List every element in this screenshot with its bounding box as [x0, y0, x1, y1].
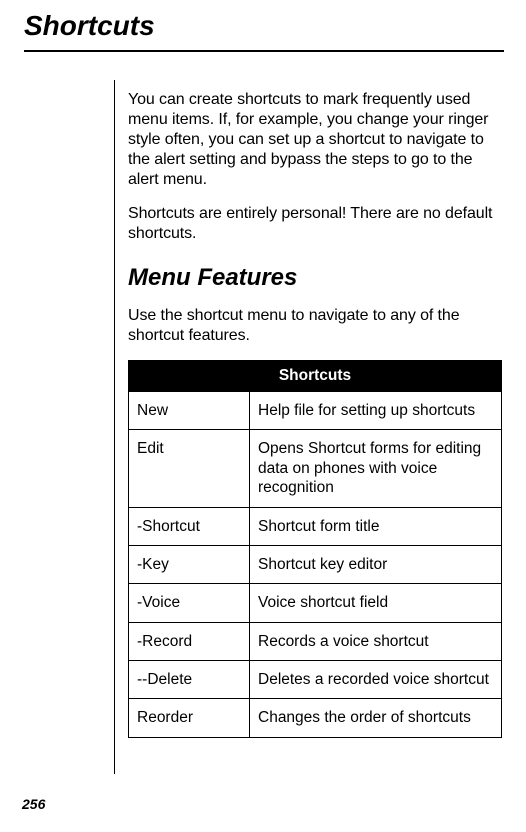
shortcuts-table: Shortcuts New Help file for setting up s…: [128, 360, 502, 738]
table-cell-name: New: [129, 392, 250, 430]
manual-page: Shortcuts You can create shortcuts to ma…: [0, 0, 526, 832]
table-row: -Shortcut Shortcut form title: [129, 507, 502, 545]
table-cell-desc: Opens Shortcut forms for editing data on…: [250, 430, 502, 507]
table-header-row: Shortcuts: [129, 361, 502, 392]
table-row: --Delete Deletes a recorded voice shortc…: [129, 661, 502, 699]
table-row: Reorder Changes the order of shortcuts: [129, 699, 502, 737]
table-cell-name: -Record: [129, 622, 250, 660]
intro-paragraph-1: You can create shortcuts to mark frequen…: [128, 90, 502, 190]
table-row: New Help file for setting up shortcuts: [129, 392, 502, 430]
table-cell-name: Reorder: [129, 699, 250, 737]
table-row: -Key Shortcut key editor: [129, 545, 502, 583]
table-row: Edit Opens Shortcut forms for editing da…: [129, 430, 502, 507]
table-cell-name: Edit: [129, 430, 250, 507]
table-row: -Record Records a voice shortcut: [129, 622, 502, 660]
table-cell-desc: Records a voice shortcut: [250, 622, 502, 660]
table-cell-name: -Key: [129, 545, 250, 583]
table-cell-desc: Deletes a recorded voice shortcut: [250, 661, 502, 699]
table-cell-desc: Shortcut key editor: [250, 545, 502, 583]
table-cell-desc: Shortcut form title: [250, 507, 502, 545]
table-cell-desc: Changes the order of shortcuts: [250, 699, 502, 737]
page-number: 256: [22, 796, 45, 812]
table-cell-desc: Voice shortcut field: [250, 584, 502, 622]
content-column: You can create shortcuts to mark frequen…: [128, 90, 502, 738]
chapter-title: Shortcuts: [24, 10, 155, 42]
table-cell-desc: Help file for setting up shortcuts: [250, 392, 502, 430]
horizontal-rule: [24, 50, 504, 52]
table-cell-name: -Voice: [129, 584, 250, 622]
section-paragraph: Use the shortcut menu to navigate to any…: [128, 306, 502, 346]
intro-paragraph-2: Shortcuts are entirely personal! There a…: [128, 204, 502, 244]
table-header: Shortcuts: [129, 361, 502, 392]
section-heading: Menu Features: [128, 264, 502, 292]
table-cell-name: --Delete: [129, 661, 250, 699]
table-row: -Voice Voice shortcut field: [129, 584, 502, 622]
vertical-margin-rule: [114, 80, 115, 774]
table-cell-name: -Shortcut: [129, 507, 250, 545]
